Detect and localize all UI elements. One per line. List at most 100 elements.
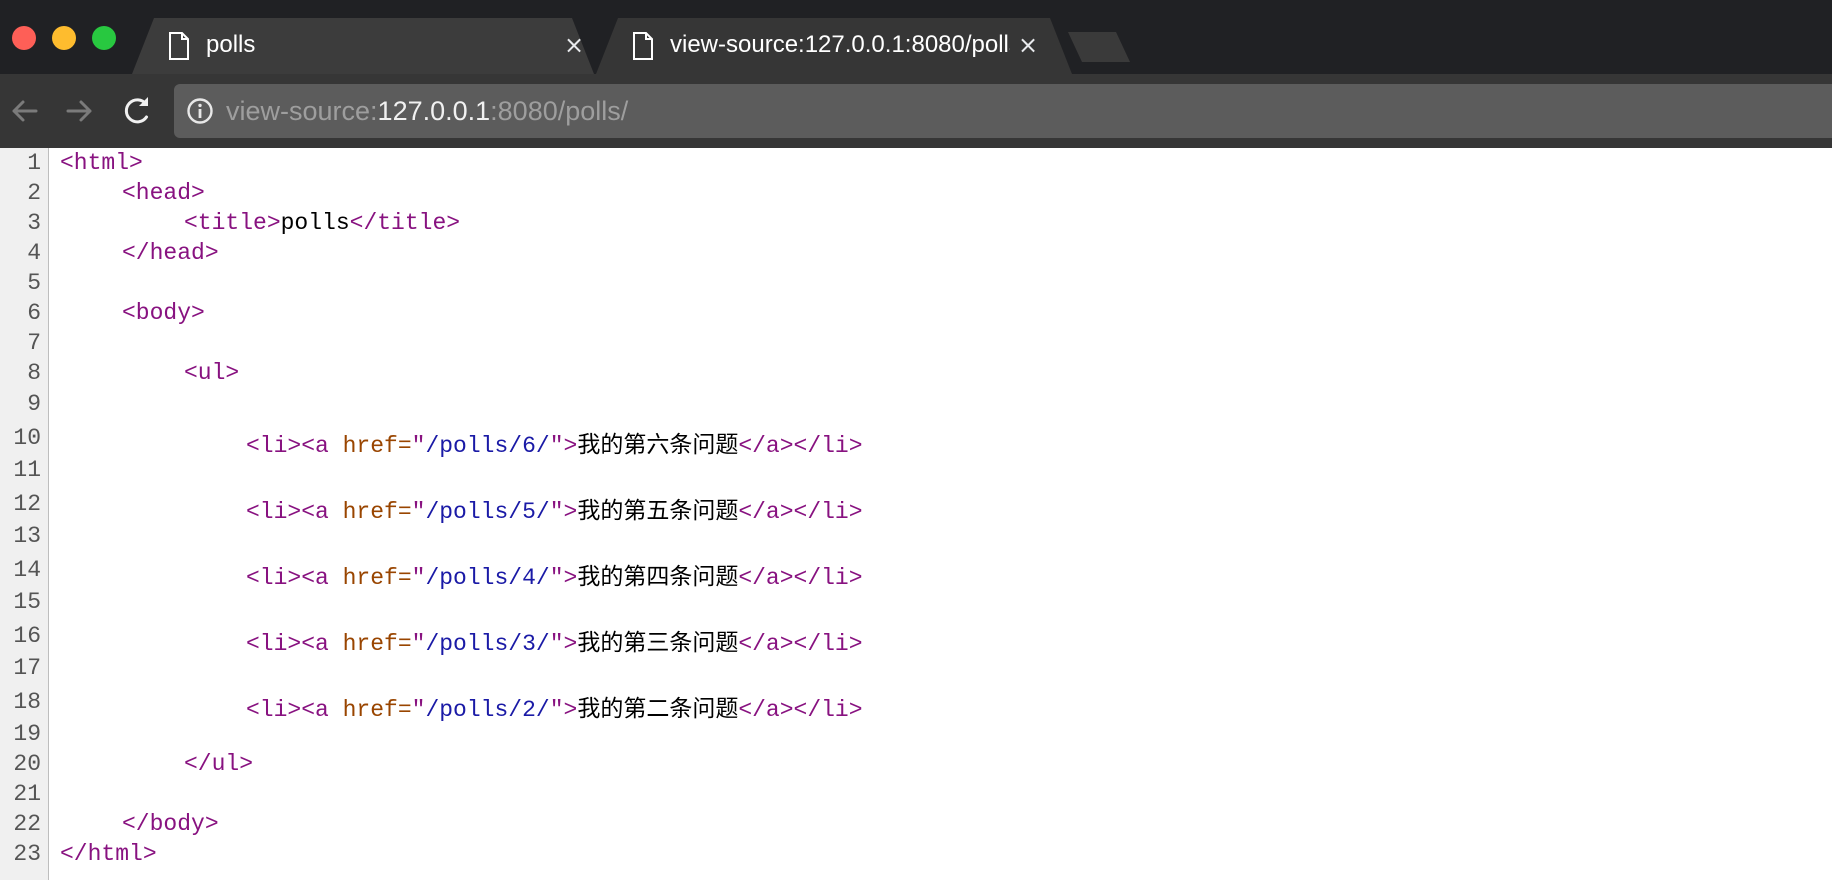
href-link[interactable]: /polls/2/ [425, 697, 549, 723]
body-open-tag: <body> [122, 300, 205, 326]
list-item-line: <li><a href="/polls/2/">我的第二条问题</a></li> [246, 689, 863, 723]
ul-close-tag: </ul> [184, 751, 254, 777]
title-close-tag: </title> [349, 210, 461, 236]
close-tab-icon[interactable]: × [1014, 31, 1042, 59]
line-number: 9 [27, 391, 41, 417]
code-line: <ul> [184, 360, 239, 386]
list-item-line: <li><a href="/polls/3/">我的第三条问题</a></li> [246, 623, 863, 657]
quote: " [549, 499, 564, 525]
code-line: <title>polls</title> [184, 210, 460, 236]
li-a-open-tag: <li><a [246, 631, 343, 657]
window-minimize-button[interactable] [52, 26, 76, 50]
page-icon [633, 32, 653, 60]
quote: " [549, 433, 564, 459]
close-tab-icon[interactable]: × [560, 31, 588, 59]
url-path: :8080/polls/ [490, 96, 629, 126]
title-open-tag: <title> [184, 210, 281, 236]
line-number-gutter: 1 2 3 4 5 6 7 8 9 10 11 12 13 14 15 16 1… [0, 148, 49, 880]
a-li-close-tag: </a></li> [738, 565, 863, 591]
line-number: 13 [13, 523, 41, 549]
link-text: 我的第四条问题 [577, 565, 739, 591]
tag-end: > [563, 499, 578, 525]
tab-title: view-source:127.0.0.1:8080/polls/ [670, 31, 1010, 58]
head-open-tag: <head> [122, 180, 205, 206]
quote: " [411, 433, 426, 459]
tag-end: > [563, 631, 578, 657]
line-number: 23 [13, 841, 41, 867]
line-number: 22 [13, 811, 41, 837]
link-text: 我的第二条问题 [577, 697, 739, 723]
html-close-tag: </html> [60, 841, 157, 867]
html-open-tag: <html> [60, 150, 143, 176]
address-bar[interactable]: view-source:127.0.0.1:8080/polls/ [174, 84, 1832, 138]
tag-end: > [563, 697, 578, 723]
li-a-open-tag: <li><a [246, 565, 343, 591]
a-li-close-tag: </a></li> [738, 697, 863, 723]
tab-view-source[interactable]: view-source:127.0.0.1:8080/polls/ × [596, 18, 1072, 74]
href-link[interactable]: /polls/6/ [425, 433, 549, 459]
code-line: </ul> [184, 751, 253, 777]
quote: " [411, 631, 426, 657]
line-number: 4 [27, 240, 41, 266]
line-number: 17 [13, 655, 41, 681]
line-number: 7 [27, 330, 41, 356]
page-icon [169, 32, 189, 60]
quote: " [549, 697, 564, 723]
code-line: <body> [122, 300, 205, 326]
li-a-open-tag: <li><a [246, 433, 343, 459]
href-attribute: href= [342, 565, 412, 591]
href-attribute: href= [342, 697, 412, 723]
quote: " [411, 499, 426, 525]
href-attribute: href= [342, 631, 412, 657]
line-number: 15 [13, 589, 41, 615]
code-line: </head> [122, 240, 219, 266]
li-a-open-tag: <li><a [246, 697, 343, 723]
a-li-close-tag: </a></li> [738, 499, 863, 525]
a-li-close-tag: </a></li> [738, 433, 863, 459]
line-number: 1 [27, 150, 41, 176]
new-tab-button[interactable] [1068, 32, 1130, 62]
back-arrow-icon[interactable] [4, 90, 46, 132]
line-number: 6 [27, 300, 41, 326]
line-number: 12 [13, 491, 41, 517]
ul-open-tag: <ul> [184, 360, 240, 386]
forward-arrow-icon[interactable] [58, 90, 100, 132]
title-text: polls [280, 210, 350, 236]
code-line: <html> [60, 150, 143, 176]
body-close-tag: </body> [122, 811, 219, 837]
list-item-line: <li><a href="/polls/5/">我的第五条问题</a></li> [246, 491, 863, 525]
info-icon[interactable] [186, 97, 214, 125]
url-host: 127.0.0.1 [377, 96, 491, 126]
link-text: 我的第三条问题 [577, 631, 739, 657]
title-bar: polls × view-source:127.0.0.1:8080/polls… [0, 0, 1832, 74]
line-number: 18 [13, 689, 41, 715]
url-text[interactable]: view-source:127.0.0.1:8080/polls/ [226, 96, 628, 127]
href-link[interactable]: /polls/4/ [425, 565, 549, 591]
reload-icon[interactable] [116, 90, 158, 132]
href-link[interactable]: /polls/3/ [425, 631, 549, 657]
code-line: </body> [122, 811, 219, 837]
head-close-tag: </head> [122, 240, 219, 266]
window-maximize-button[interactable] [92, 26, 116, 50]
quote: " [411, 697, 426, 723]
line-number: 2 [27, 180, 41, 206]
window-close-button[interactable] [12, 26, 36, 50]
quote: " [549, 565, 564, 591]
line-number: 14 [13, 557, 41, 583]
toolbar: view-source:127.0.0.1:8080/polls/ [0, 74, 1832, 148]
line-number: 10 [13, 425, 41, 451]
tag-end: > [563, 565, 578, 591]
line-number: 3 [27, 210, 41, 236]
list-item-line: <li><a href="/polls/6/">我的第六条问题</a></li> [246, 425, 863, 459]
link-text: 我的第六条问题 [577, 433, 739, 459]
tab-polls[interactable]: polls × [132, 18, 594, 74]
line-number: 20 [13, 751, 41, 777]
list-item-line: <li><a href="/polls/4/">我的第四条问题</a></li> [246, 557, 863, 591]
href-attribute: href= [342, 499, 412, 525]
href-link[interactable]: /polls/5/ [425, 499, 549, 525]
line-number: 8 [27, 360, 41, 386]
line-number: 16 [13, 623, 41, 649]
code-line: </html> [60, 841, 157, 867]
li-a-open-tag: <li><a [246, 499, 343, 525]
tab-title: polls [206, 31, 256, 58]
